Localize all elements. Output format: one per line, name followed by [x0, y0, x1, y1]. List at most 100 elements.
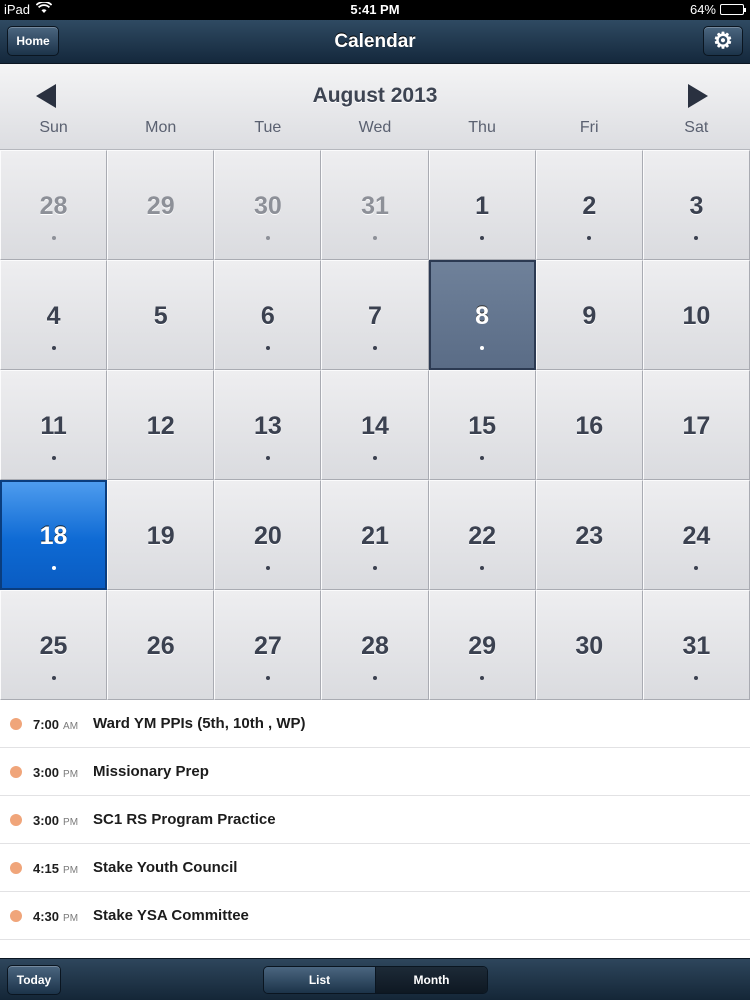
- event-title: Missionary Prep: [93, 763, 209, 780]
- event-ampm: PM: [63, 817, 79, 828]
- event-indicator-dot: [694, 676, 699, 680]
- day-cell[interactable]: 13: [214, 370, 322, 480]
- day-number: 29: [146, 192, 175, 220]
- event-indicator-dot: [587, 236, 592, 240]
- day-cell[interactable]: 16: [535, 370, 643, 480]
- event-list: 7:00 AM Ward YM PPIs (5th, 10th , WP) 3:0…: [0, 700, 750, 958]
- day-cell[interactable]: 26: [107, 590, 215, 700]
- weekday-label: Fri: [579, 119, 599, 136]
- day-cell[interactable]: 1: [428, 150, 536, 260]
- event-bullet-icon: [10, 910, 22, 922]
- event-indicator-dot: [694, 236, 699, 240]
- day-cell[interactable]: 22: [428, 480, 536, 590]
- battery-icon: [720, 4, 746, 15]
- day-number: 12: [146, 412, 175, 440]
- month-view-button[interactable]: Month: [376, 967, 487, 993]
- day-cell[interactable]: 3: [642, 150, 750, 260]
- day-cell[interactable]: 5: [107, 260, 215, 370]
- event-bullet-icon: [10, 862, 22, 874]
- day-cell[interactable]: 31: [642, 590, 750, 700]
- list-view-button[interactable]: List: [264, 967, 376, 993]
- event-indicator-dot: [694, 566, 699, 570]
- day-cell[interactable]: 12: [107, 370, 215, 480]
- day-cell[interactable]: 10: [642, 260, 750, 370]
- event-row[interactable]: 4:30 PM Stake YSA Committee: [0, 892, 750, 940]
- day-number: 5: [153, 302, 168, 330]
- day-number: 3: [689, 192, 704, 220]
- day-cell[interactable]: 23: [535, 480, 643, 590]
- day-cell[interactable]: 29: [107, 150, 215, 260]
- day-number: 8: [475, 302, 490, 330]
- event-row[interactable]: 3:00 PM SC1 RS Program Practice: [0, 796, 750, 844]
- event-row[interactable]: 7:00 AM Ward YM PPIs (5th, 10th , WP): [0, 700, 750, 748]
- day-cell[interactable]: 30: [214, 150, 322, 260]
- day-number: 16: [575, 412, 604, 440]
- battery-percent: 64%: [689, 2, 716, 17]
- event-bullet-icon: [10, 814, 22, 826]
- weekday-label: Wed: [358, 119, 392, 136]
- event-indicator-dot: [480, 236, 485, 240]
- view-switcher: List Month: [263, 966, 488, 994]
- event-indicator-dot: [480, 566, 485, 570]
- event-time: 7:00: [33, 717, 60, 732]
- day-cell[interactable]: 4: [0, 260, 108, 370]
- day-number: 17: [682, 412, 711, 440]
- day-number: 28: [39, 192, 68, 220]
- event-ampm: PM: [63, 913, 79, 924]
- day-cell-selected[interactable]: 8: [428, 260, 536, 370]
- day-cell[interactable]: 28: [321, 590, 429, 700]
- event-time: 3:00: [33, 765, 60, 780]
- day-number: 27: [253, 632, 282, 660]
- next-month-button[interactable]: [682, 82, 712, 110]
- day-number: 24: [682, 522, 711, 550]
- day-cell[interactable]: 24: [642, 480, 750, 590]
- bottom-toolbar: Today List Month: [0, 958, 750, 1000]
- event-indicator-dot: [372, 346, 377, 350]
- event-bullet-icon: [10, 718, 22, 730]
- day-cell[interactable]: 2: [535, 150, 643, 260]
- gear-icon: ⚙: [713, 28, 733, 53]
- weekday-label: Thu: [468, 119, 496, 136]
- event-indicator-dot: [372, 676, 377, 680]
- day-number: 20: [253, 522, 282, 550]
- day-cell[interactable]: 28: [0, 150, 108, 260]
- settings-button[interactable]: ⚙: [703, 26, 743, 56]
- day-number: 30: [575, 632, 604, 660]
- day-cell[interactable]: 17: [642, 370, 750, 480]
- day-cell[interactable]: 9: [535, 260, 643, 370]
- day-cell[interactable]: 6: [214, 260, 322, 370]
- day-cell[interactable]: 11: [0, 370, 108, 480]
- event-indicator-dot: [51, 346, 56, 350]
- day-cell-today[interactable]: 18: [0, 480, 108, 590]
- day-cell[interactable]: 14: [321, 370, 429, 480]
- event-row[interactable]: 4:15 PM Stake Youth Council: [0, 844, 750, 892]
- event-title: Ward YM PPIs (5th, 10th , WP): [93, 715, 306, 732]
- arrow-right-icon: [688, 84, 708, 108]
- weekday-label: Tue: [254, 119, 282, 136]
- today-button[interactable]: Today: [7, 965, 61, 995]
- day-cell[interactable]: 30: [535, 590, 643, 700]
- day-cell[interactable]: 20: [214, 480, 322, 590]
- event-ampm: PM: [63, 865, 79, 876]
- event-row[interactable]: 3:00 PM Missionary Prep: [0, 748, 750, 796]
- day-number: 2: [582, 192, 597, 220]
- day-cell[interactable]: 15: [428, 370, 536, 480]
- event-indicator-dot: [265, 676, 270, 680]
- calendar-header: August 2013 Sun Mon Tue Wed Thu Fri Sat: [0, 64, 750, 150]
- day-cell[interactable]: 29: [428, 590, 536, 700]
- day-cell[interactable]: 19: [107, 480, 215, 590]
- weekday-row: Sun Mon Tue Wed Thu Fri Sat: [0, 119, 750, 137]
- day-cell[interactable]: 31: [321, 150, 429, 260]
- event-title: Stake Youth Council: [93, 859, 238, 876]
- day-cell[interactable]: 7: [321, 260, 429, 370]
- event-ampm: AM: [63, 721, 79, 732]
- day-cell[interactable]: 25: [0, 590, 108, 700]
- day-number: 21: [361, 522, 389, 550]
- day-number: 29: [468, 632, 497, 660]
- day-number: 9: [582, 302, 597, 330]
- event-indicator-dot: [372, 236, 377, 240]
- event-indicator-dot: [265, 566, 270, 570]
- day-cell[interactable]: 27: [214, 590, 322, 700]
- day-cell[interactable]: 21: [321, 480, 429, 590]
- page-title: Calendar: [334, 31, 416, 52]
